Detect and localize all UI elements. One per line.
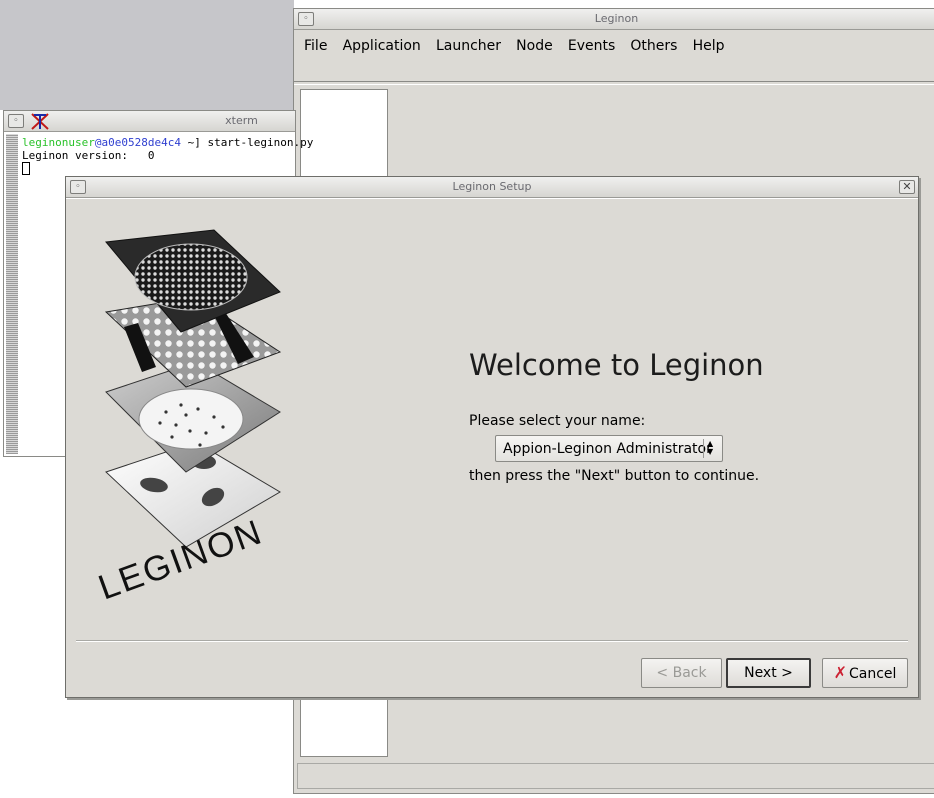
button-separator bbox=[76, 640, 908, 642]
status-bar bbox=[297, 763, 934, 789]
menubar: File Application Launcher Node Events Ot… bbox=[294, 30, 934, 63]
menu-others[interactable]: Others bbox=[630, 30, 677, 63]
xterm-window-menu-icon[interactable]: ◦ bbox=[8, 114, 24, 128]
dialog-titlebar: ◦ Leginon Setup ✕ bbox=[66, 177, 918, 198]
back-button[interactable]: < Back bbox=[641, 658, 722, 688]
terminal-output: leginonuser@a0e0528de4c4 ~] start-legino… bbox=[22, 136, 313, 176]
up-down-arrows-icon: ▲ ▼ bbox=[707, 439, 714, 456]
prompt-command: ~] start-leginon.py bbox=[180, 136, 314, 149]
continue-hint: then press the "Next" button to continue… bbox=[469, 468, 760, 484]
prompt-user: leginonuser bbox=[22, 136, 95, 149]
next-button[interactable]: Next > bbox=[726, 658, 811, 688]
name-select[interactable]: Appion-Leginon Administrator ▲ ▼ bbox=[495, 435, 723, 462]
close-icon[interactable]: ✕ bbox=[899, 180, 915, 194]
cancel-x-icon: ✗ bbox=[833, 663, 847, 682]
xterm-title: xterm bbox=[225, 114, 258, 127]
selected-name: Appion-Leginon Administrator bbox=[503, 441, 712, 457]
cancel-label: Cancel bbox=[848, 666, 897, 682]
dialog-title-separator bbox=[66, 198, 918, 199]
toolbar-separator bbox=[294, 81, 934, 85]
menu-launcher[interactable]: Launcher bbox=[436, 30, 501, 63]
leginon-window-menu-icon[interactable]: ◦ bbox=[298, 12, 314, 26]
dialog-window-menu-icon[interactable]: ◦ bbox=[70, 180, 86, 194]
terminal-cursor bbox=[22, 162, 30, 175]
cancel-button[interactable]: ✗ Cancel bbox=[822, 658, 908, 688]
menu-help[interactable]: Help bbox=[693, 30, 725, 63]
menu-events[interactable]: Events bbox=[568, 30, 615, 63]
select-separator bbox=[703, 439, 704, 458]
menu-node[interactable]: Node bbox=[516, 30, 553, 63]
select-name-label: Please select your name: bbox=[469, 413, 646, 429]
leginon-setup-dialog: ◦ Leginon Setup ✕ LEGINON Welcome to Leg… bbox=[65, 176, 919, 698]
dialog-title: Leginon Setup bbox=[452, 180, 532, 193]
leginon-titlebar: ◦ Leginon bbox=[294, 9, 934, 30]
prompt-host: @a0e0528de4c4 bbox=[94, 136, 181, 149]
leginon-title: Leginon bbox=[594, 12, 639, 25]
menu-file[interactable]: File bbox=[304, 30, 327, 63]
version-line: Leginon version: 0 bbox=[22, 149, 155, 162]
menu-application[interactable]: Application bbox=[343, 30, 421, 63]
leginon-logo: LEGINON bbox=[93, 229, 282, 608]
desktop-background bbox=[0, 0, 294, 110]
terminal-scrollbar[interactable] bbox=[6, 134, 18, 454]
x-logo-icon bbox=[31, 113, 49, 130]
xterm-titlebar: ◦ xterm bbox=[4, 111, 295, 132]
welcome-heading: Welcome to Leginon bbox=[469, 348, 764, 382]
